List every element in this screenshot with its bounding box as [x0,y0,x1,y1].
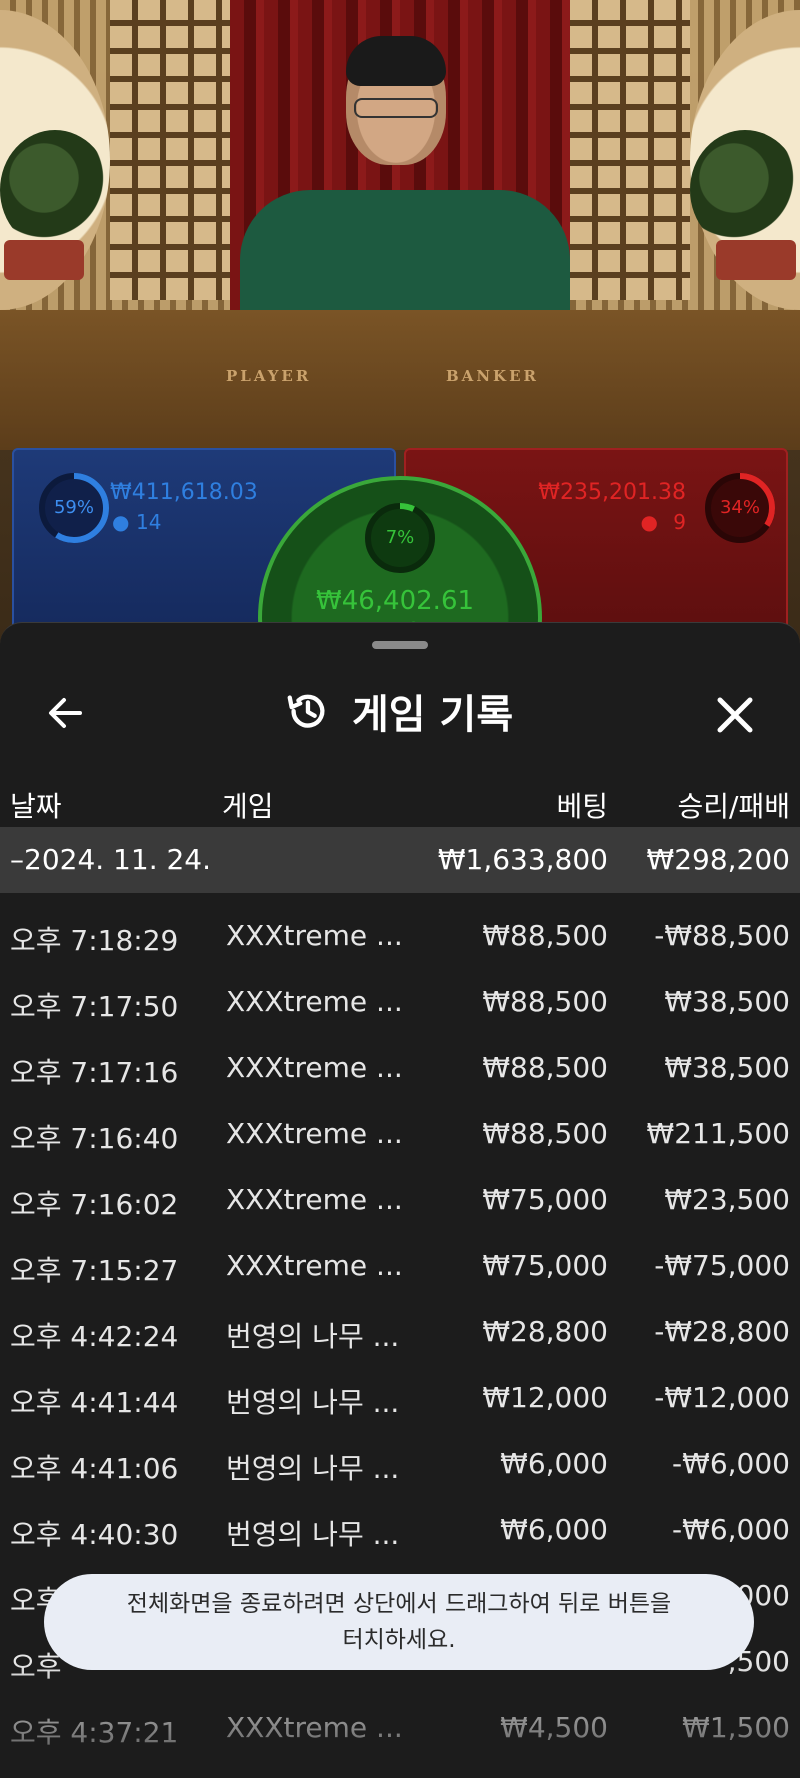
history-row[interactable]: 오후 7:17:50 XXXtreme ... ₩88,500 ₩38,500 [0,959,800,1025]
banker-percent: 34% [719,497,760,518]
player-count: 14 [136,510,162,534]
arrow-left-icon [49,698,82,728]
row-win-loss: ₩38,500 [664,1051,790,1084]
day-label: –2024. 11. 24. [10,843,212,876]
history-icon [287,694,325,728]
column-bet[interactable]: 베팅 [556,785,608,825]
sheet-title-group: 게임 기록 [284,681,513,741]
row-game: XXXtreme ... [226,1117,403,1150]
row-time: 오후 4:41:44 [10,1386,179,1419]
sheet-title: 게임 기록 [352,692,514,738]
row-win-loss: ₩23,500 [664,1183,790,1216]
dealer-glasses [354,98,438,118]
toast-line-1: 전체화면을 종료하려면 상단에서 드래그하여 뒤로 버튼을 [126,1591,672,1617]
drag-handle[interactable] [372,641,428,649]
history-row[interactable]: 오후 4:41:44 번영의 나무 ... ₩12,000 -₩12,000 [0,1355,800,1421]
history-row[interactable]: 오후 7:16:40 XXXtreme ... ₩88,500 ₩211,500 [0,1091,800,1157]
row-win-loss: -₩12,000 [654,1381,790,1414]
column-date[interactable]: 날짜 [10,785,62,825]
player-percent: 59% [53,497,94,518]
row-win-loss: ₩38,500 [664,985,790,1018]
history-row[interactable]: 오후 4:41:06 번영의 나무 ... ₩6,000 -₩6,000 [0,1421,800,1487]
row-time: 오후 7:17:16 [10,1056,179,1089]
history-row[interactable]: 오후 7:17:16 XXXtreme ... ₩88,500 ₩38,500 [0,1025,800,1091]
history-row[interactable]: 오후 4:40:30 번영의 나무 ... ₩6,000 -₩6,000 [0,1487,800,1553]
row-game: XXXtreme ... [226,1249,403,1282]
live-video: PLAYER BANKER 59% ₩411,618.03 ● 14 ₩235,… [0,0,800,660]
fullscreen-exit-toast: 전체화면을 종료하려면 상단에서 드래그하여 뒤로 버튼을 터치하세요. [44,1574,754,1670]
row-time: 오후 4:40:30 [10,1518,179,1551]
row-bet: ₩88,500 [482,1117,608,1150]
pot-left [4,240,84,280]
dealer-hair [346,36,446,86]
column-win-loss[interactable]: 승리/패배 [678,785,790,825]
row-time: 오후 7:16:02 [10,1188,179,1221]
bonsai-right [690,130,800,250]
row-win-loss: -₩75,000 [654,1249,790,1282]
history-row[interactable]: 오후 7:15:27 XXXtreme ... ₩75,000 -₩75,000 [0,1223,800,1289]
table-label-banker: BANKER [446,367,539,385]
tie-percent: 7% [385,527,415,548]
day-bet-total: ₩1,633,800 [437,843,608,876]
bonsai-left [0,130,110,250]
row-win-loss: ₩211,500 [646,1117,790,1150]
player-user-icon: ● [112,510,130,534]
day-group-row[interactable]: –2024. 11. 24. ₩1,633,800 ₩298,200 [0,827,800,893]
lattice-right [570,0,690,300]
row-time: 오후 7:17:50 [10,990,179,1023]
row-win-loss: -₩28,800 [654,1315,790,1348]
close-button[interactable] [708,688,762,742]
sheet-header: 게임 기록 [0,663,800,773]
row-time: 오후 7:16:40 [10,1122,179,1155]
row-game: XXXtreme ... [226,919,403,952]
baccarat-table [0,310,800,450]
back-button[interactable] [40,688,90,738]
row-bet: ₩75,000 [482,1249,608,1282]
row-win-loss: -₩6,000 [672,1513,790,1546]
row-game: 번영의 나무 ... [226,1452,400,1485]
row-game: 번영의 나무 ... [226,1518,400,1551]
row-time: 오후 7:15:27 [10,1254,179,1287]
row-game: 번영의 나무 ... [226,1386,400,1419]
row-time: 오후 4:42:24 [10,1320,179,1353]
tie-amount: ₩46,402.61 [316,586,475,616]
table-header: 날짜 게임 베팅 승리/패배 [0,771,800,831]
day-win-total: ₩298,200 [646,843,790,876]
row-game: XXXtreme ... [226,1051,403,1084]
banker-count: 9 [673,510,686,534]
player-amount: ₩411,618.03 [110,480,258,505]
row-win-loss: -₩6,000 [672,1447,790,1480]
row-bet: ₩6,000 [500,1447,608,1480]
row-bet: ₩88,500 [482,919,608,952]
row-bet: ₩88,500 [482,1051,608,1084]
column-game[interactable]: 게임 [222,785,274,825]
pot-right [716,240,796,280]
history-row[interactable]: 오후 4:42:24 번영의 나무 ... ₩28,800 -₩28,800 [0,1289,800,1355]
row-bet: ₩75,000 [482,1183,608,1216]
row-bet: ₩88,500 [482,985,608,1018]
close-icon [717,697,753,733]
row-game: XXXtreme ... [226,1183,403,1216]
row-win-loss: -₩88,500 [654,919,790,952]
history-row[interactable]: 오후 7:18:29 XXXtreme ... ₩88,500 -₩88,500 [0,893,800,959]
row-game: XXXtreme ... [226,985,403,1018]
history-row[interactable]: 오후 7:16:02 XXXtreme ... ₩75,000 ₩23,500 [0,1157,800,1223]
row-time: 오후 4:41:06 [10,1452,179,1485]
banker-user-icon: ● [640,510,658,534]
banker-amount: ₩235,201.38 [538,480,686,505]
list-fade [0,1663,800,1778]
table-label-player: PLAYER [226,367,312,385]
lattice-left [110,0,230,300]
row-bet: ₩12,000 [482,1381,608,1414]
row-bet: ₩28,800 [482,1315,608,1348]
row-time: 오후 7:18:29 [10,924,179,957]
row-game: 번영의 나무 ... [226,1320,400,1353]
toast-line-2: 터치하세요. [342,1627,456,1653]
row-bet: ₩6,000 [500,1513,608,1546]
